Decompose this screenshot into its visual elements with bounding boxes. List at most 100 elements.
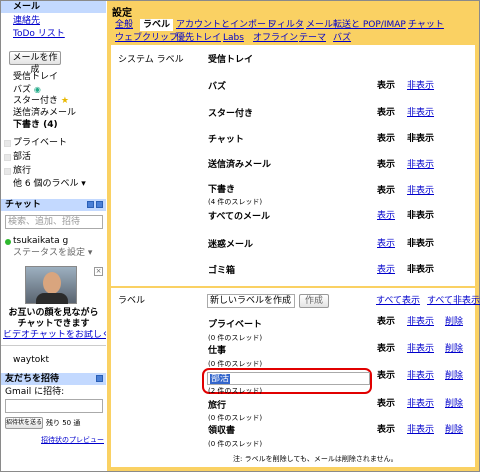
nav-mail[interactable]: メール	[1, 1, 106, 13]
sidebar-item-label: バズ	[13, 85, 32, 95]
hide-link[interactable]: 非表示	[407, 399, 434, 410]
chat-status-field[interactable]: ステータスを設定 ▾	[13, 248, 92, 259]
show-link[interactable]: 表示	[377, 265, 395, 276]
system-label-name: 迷惑メール	[208, 240, 254, 250]
tab-forwarding[interactable]: メール転送と POP/IMAP	[306, 19, 406, 31]
send-invite-button[interactable]: 招待状を送る	[5, 417, 43, 429]
delete-link[interactable]: 削除	[445, 399, 463, 410]
sidebar-item-label-travel[interactable]: 旅行	[13, 166, 31, 177]
star-icon: ★	[60, 96, 69, 106]
sidebar-item-buzz[interactable]: バズ ◉	[13, 84, 41, 96]
sidebar-item-drafts[interactable]: 下書き (4)	[13, 120, 58, 131]
sidebar-item-label-club[interactable]: 部活	[13, 152, 31, 163]
hide-link[interactable]: 非表示	[407, 317, 434, 328]
chat-options-icon[interactable]	[87, 201, 94, 208]
show-link[interactable]: 表示	[377, 211, 395, 222]
online-status-icon	[5, 239, 11, 245]
sidebar-item-label-private[interactable]: プライベート	[13, 138, 67, 149]
label-color-swatch	[4, 168, 11, 175]
section-divider	[111, 286, 475, 288]
sidebar-item-starred[interactable]: スター付き ★	[13, 96, 69, 107]
tab-accounts[interactable]: アカウントとインポート	[176, 19, 275, 31]
system-label-name: ゴミ箱	[208, 266, 236, 276]
tab-offline[interactable]: オフライン	[253, 32, 298, 44]
tab-general[interactable]: 全般	[115, 19, 133, 31]
close-icon[interactable]: ×	[94, 267, 103, 276]
user-label-name[interactable]: プライベート	[208, 320, 262, 331]
video-chat-preview	[25, 266, 77, 304]
tab-labels[interactable]: ラベル	[140, 19, 174, 31]
invite-header[interactable]: 友だちを招待	[1, 373, 106, 385]
shoulders-image	[36, 293, 68, 304]
face-image	[43, 272, 61, 294]
show-option-selected: 表示	[377, 81, 396, 91]
tab-themes[interactable]: テーマ	[299, 32, 326, 44]
user-label-name[interactable]: 仕事	[208, 346, 226, 357]
tab-buzz[interactable]: バズ	[333, 32, 351, 44]
hide-option-selected: 非表示	[407, 211, 435, 221]
invite-collapse-icon[interactable]	[96, 375, 103, 382]
sidebar-item-inbox[interactable]: 受信トレイ	[13, 72, 58, 83]
thread-count: (4 件のスレッド)	[208, 198, 263, 206]
delete-link[interactable]: 削除	[445, 425, 463, 436]
system-label-name: バズ	[208, 82, 227, 92]
hide-option-selected: 非表示	[407, 239, 435, 249]
thread-count: (0 件のスレッド)	[208, 334, 263, 342]
show-option-selected: 表示	[377, 425, 396, 435]
buzz-icon: ◉	[33, 85, 41, 94]
tab-webclips[interactable]: ウェブクリップ	[115, 32, 178, 44]
chat-user-name[interactable]: tsukaikata g	[13, 236, 68, 247]
tab-chat[interactable]: チャット	[408, 19, 444, 31]
invite-preview-link[interactable]: 招待状のプレビュー	[41, 435, 104, 445]
delete-link[interactable]: 削除	[445, 371, 463, 382]
thread-count: (2 件のスレッド)	[208, 387, 263, 395]
user-label-name[interactable]: 旅行	[208, 401, 226, 412]
hide-link[interactable]: 非表示	[407, 344, 434, 355]
show-option-selected: 表示	[377, 399, 396, 409]
new-label-input[interactable]: 新しいラベルを作成	[207, 294, 295, 308]
tab-priority-inbox[interactable]: 優先トレイ	[176, 32, 221, 44]
show-option-selected: 表示	[377, 134, 396, 144]
show-option-selected: 表示	[377, 108, 396, 118]
hide-link[interactable]: 非表示	[407, 108, 434, 119]
hide-all-link[interactable]: すべて非表示	[427, 296, 480, 307]
page-title: 設定	[112, 8, 132, 19]
thread-count: (0 件のスレッド)	[208, 414, 263, 422]
nav-todo[interactable]: ToDo リスト	[13, 28, 65, 40]
show-option-selected: 表示	[377, 317, 396, 327]
invite-email-input[interactable]	[5, 399, 103, 413]
sidebar-item-label: スター付き	[13, 96, 59, 106]
create-label-button[interactable]: 作成	[299, 294, 329, 308]
hide-option-selected: 非表示	[407, 134, 435, 144]
invites-remaining: 残り 50 通	[46, 419, 81, 427]
user-label-name[interactable]: 領収書	[208, 426, 235, 437]
rename-label-input[interactable]: 部活	[207, 372, 370, 385]
hide-link[interactable]: 非表示	[407, 425, 434, 436]
delete-link[interactable]: 削除	[445, 344, 463, 355]
hide-link[interactable]: 非表示	[407, 81, 434, 92]
system-label-name: 下書き	[208, 185, 236, 195]
hide-link[interactable]: 非表示	[407, 160, 434, 171]
hide-link[interactable]: 非表示	[407, 186, 434, 197]
delete-link[interactable]: 削除	[445, 317, 463, 328]
show-all-link[interactable]: すべて表示	[376, 296, 420, 307]
hide-link[interactable]: 非表示	[407, 371, 434, 382]
tab-filters[interactable]: フィルタ	[268, 19, 304, 31]
compose-button[interactable]: メールを作成	[9, 51, 61, 75]
chat-status-text: ステータスを設定	[13, 248, 86, 258]
left-sidebar: メール 連絡先 ToDo リスト メールを作成 受信トレイ バズ ◉ スター付き…	[1, 1, 106, 471]
chat-search-input[interactable]: 検索、追加、招待	[5, 215, 103, 229]
system-labels-header: システム ラベル	[118, 55, 184, 65]
chat-contact[interactable]: waytokt	[13, 355, 49, 366]
settings-panel: 設定 全般 ラベル アカウントとインポート フィルタ メール転送と POP/IM…	[107, 1, 480, 471]
more-labels-dropdown[interactable]: 他 6 個のラベル ▾	[13, 179, 86, 190]
show-option-selected: 表示	[377, 160, 396, 170]
chevron-down-icon: ▾	[87, 248, 93, 258]
chat-collapse-icon[interactable]	[96, 201, 103, 208]
show-link[interactable]: 表示	[377, 239, 395, 250]
tab-labs[interactable]: Labs	[223, 32, 244, 44]
video-chat-link[interactable]: ビデオチャットをお試しください	[3, 330, 106, 341]
show-option-selected: 表示	[377, 186, 396, 196]
sidebar-item-sent[interactable]: 送信済みメール	[13, 108, 76, 119]
nav-contacts[interactable]: 連絡先	[13, 15, 40, 27]
